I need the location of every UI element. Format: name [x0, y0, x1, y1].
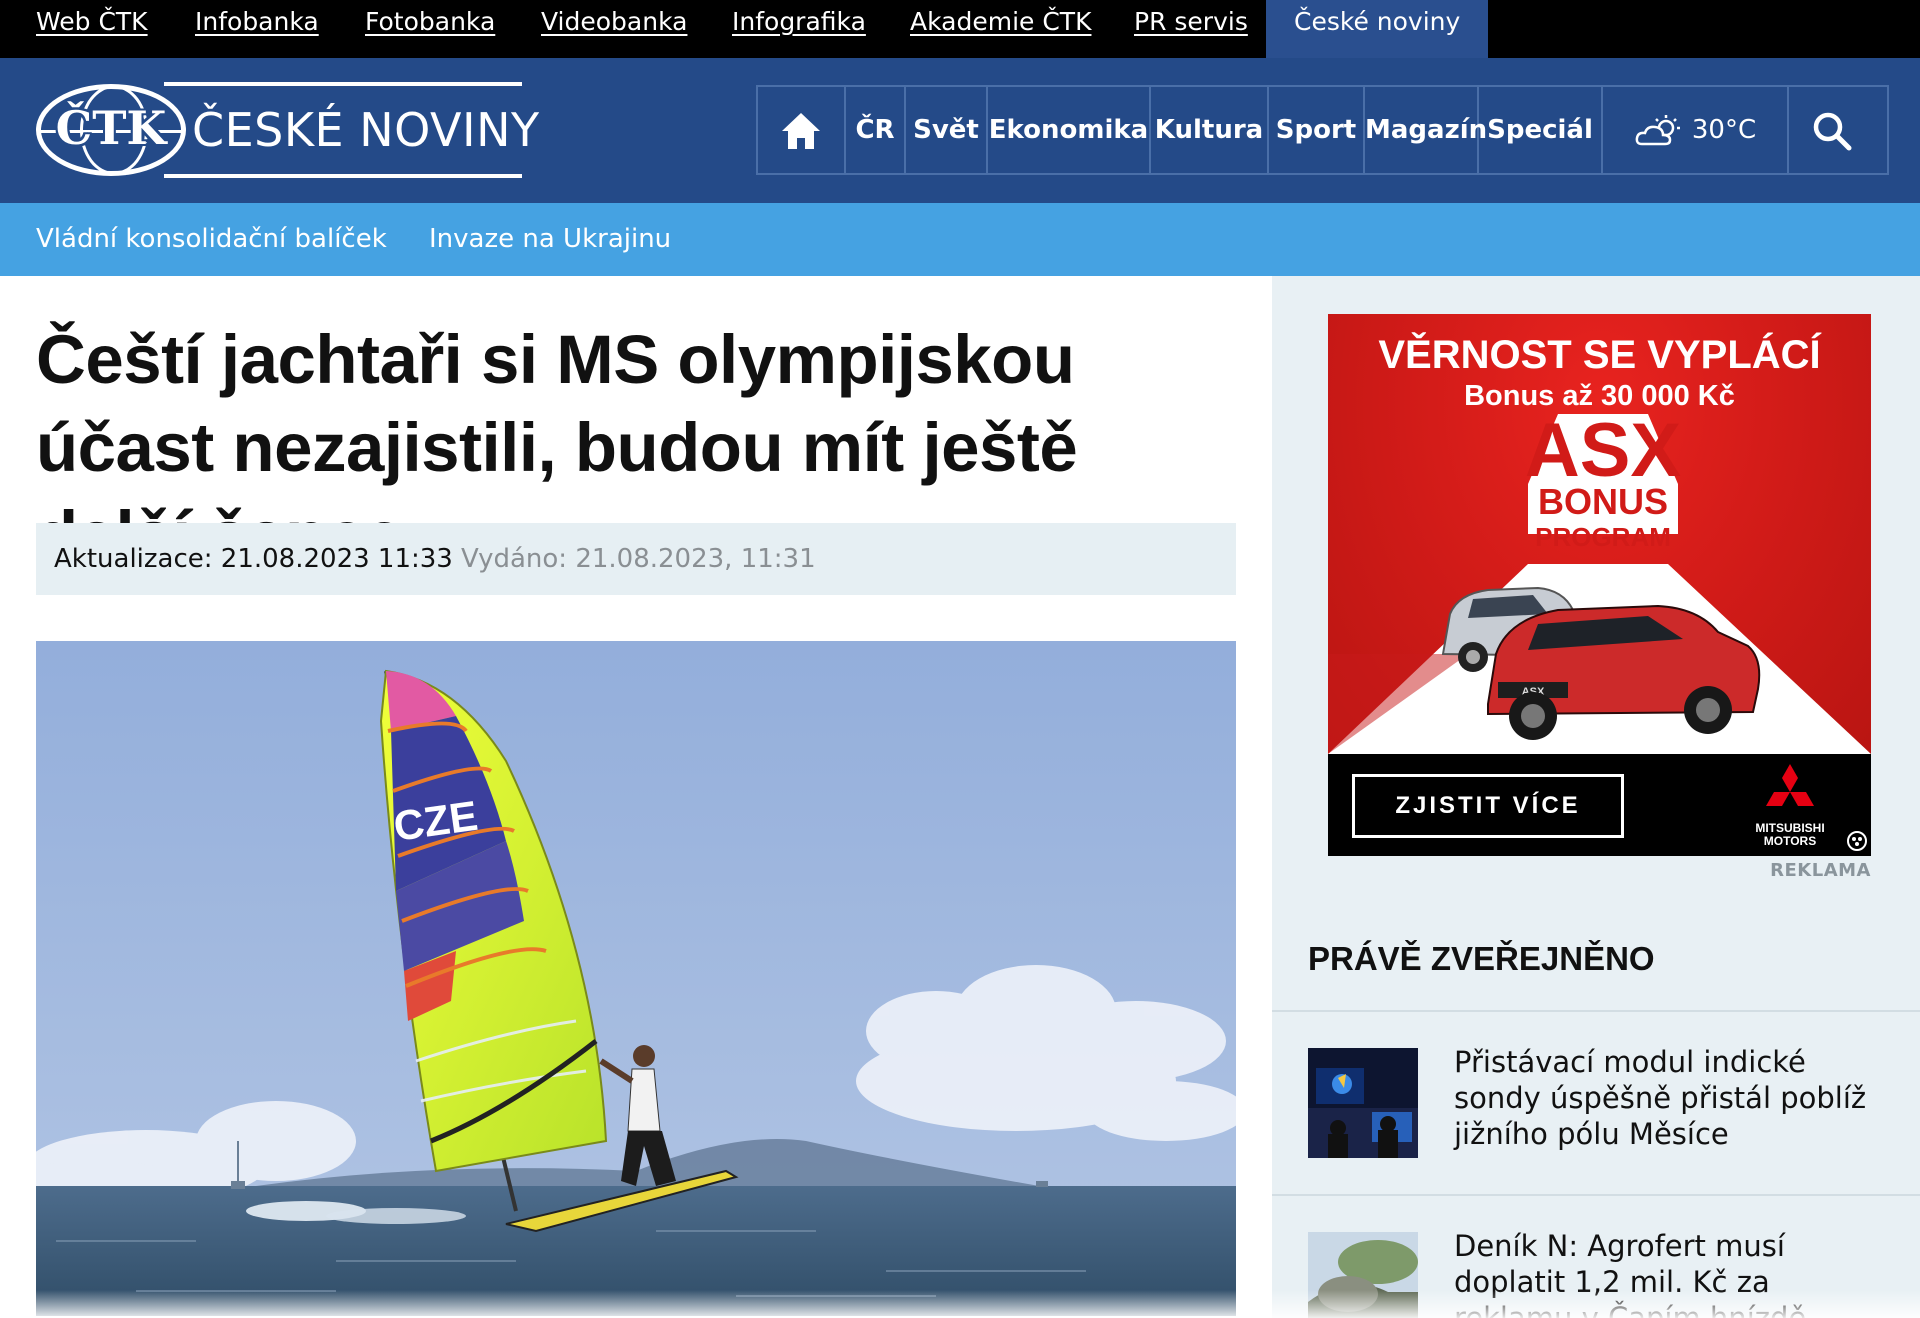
logo-text: ČESKÉ NOVINY	[192, 103, 540, 157]
ad-label: REKLAMA	[1770, 860, 1871, 881]
search-icon	[1813, 112, 1852, 150]
ad-visual: VĚRNOST SE VYPLÁCÍ Bonus až 30 000 Kč AS…	[1328, 314, 1871, 754]
topbar-link-fotobanka[interactable]: Fotobanka	[365, 0, 495, 58]
topic-link-invaze-ukrajina[interactable]: Invaze na Ukrajinu	[429, 203, 671, 276]
nav-item-ekonomika[interactable]: Ekonomika	[988, 87, 1151, 173]
divider	[1272, 1010, 1920, 1012]
logo-rule-bottom	[164, 174, 522, 178]
ad-brand-line2: MOTORS	[1763, 834, 1817, 848]
nav-item-magazin[interactable]: Magazín	[1365, 87, 1487, 173]
topbar-link-pr-servis[interactable]: PR servis	[1134, 0, 1248, 58]
topbar-link-web-ctk[interactable]: Web ČTK	[36, 0, 148, 58]
topic-link-konsolidacni-balicek[interactable]: Vládní konsolidační balíček	[36, 203, 387, 276]
main-navigation: ČR Svět Ekonomika Kultura Sport Magazín …	[756, 85, 1889, 175]
ad-program-word: PROGRAM	[1535, 522, 1671, 552]
article-column: Čeští jachtaři si MS olympijskou účast n…	[0, 276, 1272, 1318]
site-header: ČTK ČESKÉ NOVINY ČR Svět Ekonomika Kultu…	[0, 58, 1920, 203]
nav-item-svet[interactable]: Svět	[906, 87, 988, 173]
nav-item-cr[interactable]: ČR	[846, 87, 906, 173]
weather-partly-sunny-icon	[1635, 114, 1680, 145]
nav-item-sport[interactable]: Sport	[1269, 87, 1365, 173]
topbar-link-infografika[interactable]: Infografika	[732, 0, 866, 58]
topbar-link-infobanka[interactable]: Infobanka	[195, 0, 319, 58]
search-button[interactable]	[1789, 87, 1875, 173]
news-thumbnail	[1308, 1048, 1418, 1158]
logo-rule-top	[164, 82, 522, 86]
mitsubishi-logo-icon	[1766, 764, 1814, 806]
top-network-bar: Web ČTK Infobanka Fotobanka Videobanka I…	[0, 0, 1920, 58]
sidebar: VĚRNOST SE VYPLÁCÍ Bonus až 30 000 Kč AS…	[1272, 276, 1920, 1318]
topic-bar: Vládní konsolidační balíček Invaze na Uk…	[0, 203, 1920, 276]
nav-item-kultura[interactable]: Kultura	[1151, 87, 1269, 173]
article-photo[interactable]: CZE	[36, 641, 1236, 1316]
ad-car-image: ASX BONUS PROGRAM ASX	[1328, 414, 1871, 754]
topbar-link-akademie[interactable]: Akademie ČTK	[910, 0, 1091, 58]
article-meta: Aktualizace: 21.08.2023 11:33 Vydáno: 21…	[36, 523, 1236, 595]
news-headline[interactable]: Přistávací modul indické sondy úspěšně p…	[1454, 1044, 1874, 1152]
home-icon	[782, 112, 820, 149]
ad-brand-name: MITSUBISHI MOTORS	[1740, 822, 1840, 848]
nav-item-special[interactable]: Speciál	[1479, 87, 1603, 173]
weather-temperature: 30°C	[1691, 115, 1757, 145]
latest-news-heading: PRÁVĚ ZVEŘEJNĚNO	[1308, 940, 1655, 977]
ad-subheadline: Bonus až 30 000 Kč	[1464, 380, 1735, 412]
topbar-link-videobanka[interactable]: Videobanka	[541, 0, 687, 58]
logo-mark: ČTK	[55, 101, 167, 155]
ad-headline: VĚRNOST SE VYPLÁCÍ	[1378, 333, 1821, 377]
nav-home[interactable]	[758, 87, 846, 173]
ad-choices-icon[interactable]	[1846, 830, 1868, 852]
topbar-link-ceske-noviny[interactable]: České noviny	[1266, 0, 1489, 58]
site-logo[interactable]: ČTK ČESKÉ NOVINY	[36, 82, 539, 178]
article-updated: Aktualizace: 21.08.2023 11:33	[54, 544, 453, 574]
ad-banner[interactable]: VĚRNOST SE VYPLÁCÍ Bonus až 30 000 Kč AS…	[1328, 314, 1871, 856]
weather-widget[interactable]: 30°C	[1603, 87, 1789, 173]
windsurfer-photo: CZE	[36, 641, 1236, 1316]
article-published: Vydáno: 21.08.2023, 11:31	[461, 544, 816, 574]
ad-brand-line1: MITSUBISHI	[1755, 821, 1825, 835]
ad-cta-button[interactable]: ZJISTIT VÍCE	[1352, 774, 1624, 838]
divider	[1272, 1194, 1920, 1196]
ad-program-bonus: BONUS	[1538, 481, 1668, 522]
ad-footer: ZJISTIT VÍCE MITSUBISHI MOTORS	[1328, 754, 1871, 856]
scroll-fade	[0, 1290, 1920, 1318]
